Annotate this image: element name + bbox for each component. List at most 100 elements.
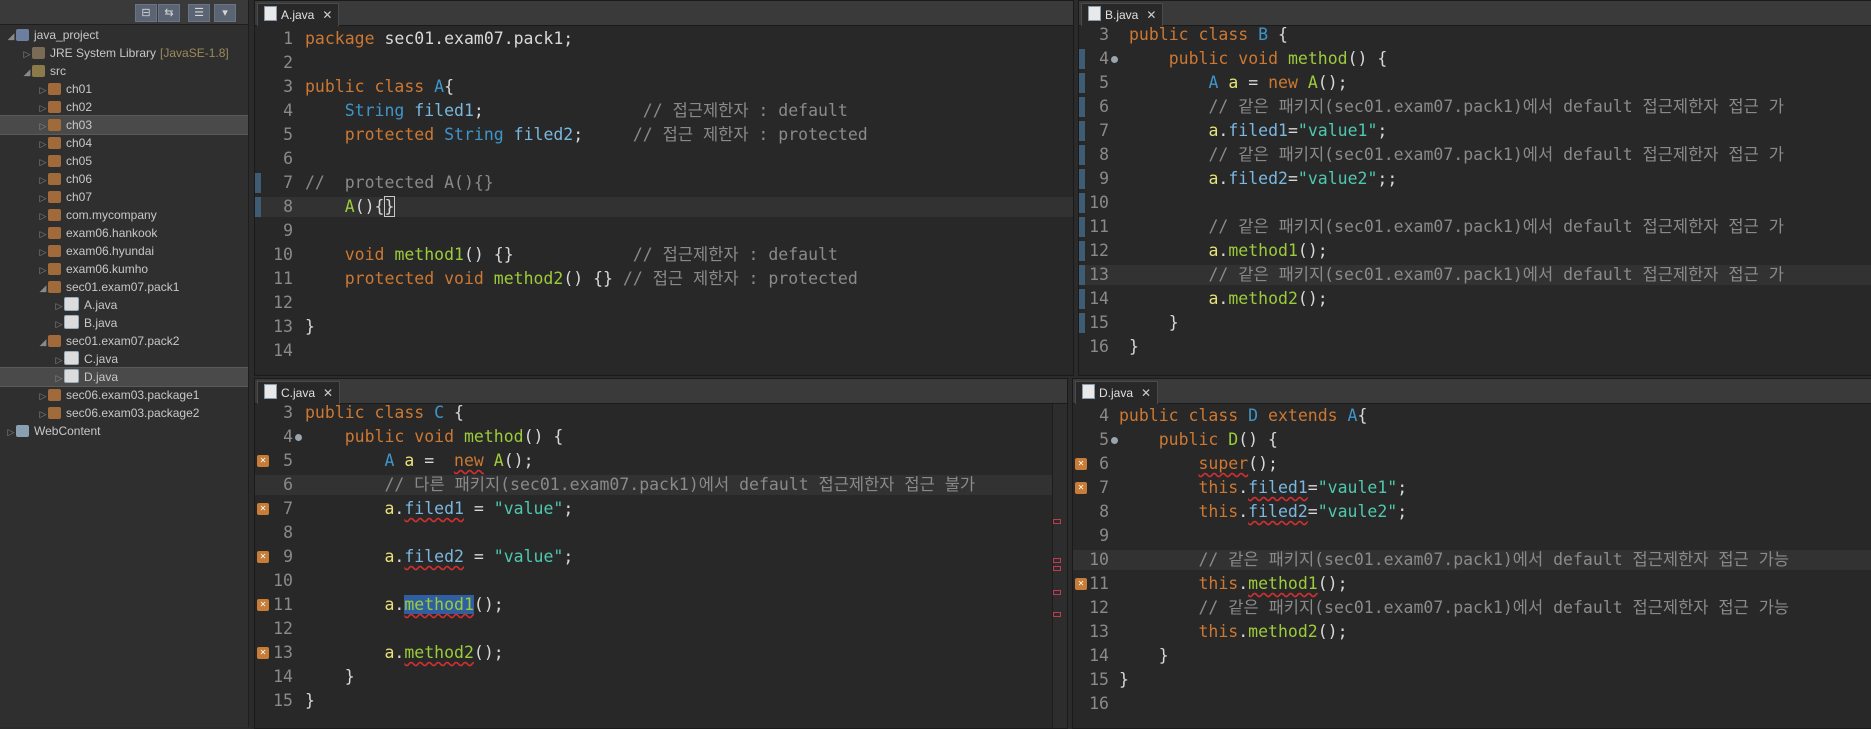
fold-icon[interactable] [1111, 437, 1118, 444]
close-icon[interactable]: ✕ [1141, 386, 1151, 400]
collapsed-arrow-icon[interactable]: ▷ [54, 315, 64, 333]
chevron-down-icon[interactable]: ▾ [214, 4, 236, 22]
code-line[interactable]: 8 // 같은 패키지(sec01.exam07.pack1)에서 defaul… [1079, 145, 1871, 165]
tree-item[interactable]: ▷ C.java [0, 350, 248, 368]
code-line[interactable]: ✕ 11 this.method1(); [1073, 574, 1871, 594]
code-line[interactable]: 15} [255, 691, 1067, 711]
collapsed-arrow-icon[interactable]: ▷ [38, 387, 48, 405]
collapsed-arrow-icon[interactable]: ▷ [38, 81, 48, 99]
close-icon[interactable]: ✕ [322, 8, 332, 22]
code-line[interactable]: 15 } [1079, 313, 1871, 333]
collapsed-arrow-icon[interactable]: ▷ [38, 189, 48, 207]
error-ruler-mark[interactable] [1053, 590, 1061, 595]
tree-item[interactable]: ▷ ch06 [0, 170, 248, 188]
collapsed-arrow-icon[interactable]: ▷ [38, 243, 48, 261]
tree-item[interactable]: ◢ sec01.exam07.pack2 [0, 332, 248, 350]
code-line[interactable]: ✕ 5 A a = new A(); [255, 451, 1067, 471]
tree-item[interactable]: ▷ exam06.hankook [0, 224, 248, 242]
tree-item[interactable]: ▷ com.mycompany [0, 206, 248, 224]
code-line[interactable]: 12 [255, 293, 1073, 313]
code-line[interactable]: ✕ 9 a.filed2 = "value"; [255, 547, 1067, 567]
collapsed-arrow-icon[interactable]: ▷ [54, 297, 64, 315]
code-line[interactable]: 10 void method1() {} // 접근제한자 : default [255, 245, 1073, 265]
tree-item[interactable]: ▷ sec06.exam03.package2 [0, 404, 248, 422]
collapsed-arrow-icon[interactable]: ▷ [38, 153, 48, 171]
code-line[interactable]: 10 [1079, 193, 1871, 213]
tree-item[interactable]: ▷ WebContent [0, 422, 248, 440]
code-line[interactable]: 12 // 같은 패키지(sec01.exam07.pack1)에서 defau… [1073, 598, 1871, 618]
tab-a-java[interactable]: A.java ✕ [257, 3, 340, 26]
code-line[interactable]: 5 protected String filed2; // 접근 제한자 : p… [255, 125, 1073, 145]
code-line[interactable]: 3 public class C { [255, 403, 1067, 423]
code-line[interactable]: 10 [255, 571, 1067, 591]
tree-item[interactable]: ▷ A.java [0, 296, 248, 314]
tab-d-java[interactable]: D.java ✕ [1075, 381, 1159, 404]
code-line[interactable]: 5 A a = new A(); [1079, 73, 1871, 93]
code-line[interactable]: 7 // protected A(){} [255, 173, 1073, 193]
collapsed-arrow-icon[interactable]: ▷ [38, 171, 48, 189]
tree-item[interactable]: ◢ src [0, 62, 248, 80]
code-line[interactable]: 12 a.method1(); [1079, 241, 1871, 261]
code-line[interactable]: ✕ 11 a.method1(); [255, 595, 1067, 615]
collapsed-arrow-icon[interactable]: ▷ [38, 261, 48, 279]
tree-item[interactable]: ▷ D.java [0, 367, 248, 387]
code-line[interactable]: 4 String filed1; // 접근제한자 : default [255, 101, 1073, 121]
collapsed-arrow-icon[interactable]: ▷ [38, 405, 48, 423]
code-line[interactable]: 4 public void method() { [1079, 49, 1871, 69]
error-ruler-mark[interactable] [1053, 519, 1061, 524]
tree-item[interactable]: ▷ B.java [0, 314, 248, 332]
tree-item[interactable]: ▷ ch03 [0, 115, 248, 135]
code-line[interactable]: 10 // 같은 패키지(sec01.exam07.pack1)에서 defau… [1073, 550, 1871, 570]
code-line[interactable]: 16 [1073, 694, 1871, 714]
tree-item[interactable]: ▷ JRE System Library [JavaSE-1.8] [0, 44, 248, 62]
code-line[interactable]: 7 a.filed1="value1"; [1079, 121, 1871, 141]
tree-item[interactable]: ◢ java_project [0, 26, 248, 44]
editor-b-java[interactable]: B.java ✕ 3 public class B {4 public void m… [1078, 0, 1871, 376]
overview-ruler[interactable] [1052, 404, 1067, 728]
code-line[interactable]: 6 // 같은 패키지(sec01.exam07.pack1)에서 defaul… [1079, 97, 1871, 117]
code-line[interactable]: 8 A(){} [255, 196, 1073, 217]
error-ruler-mark[interactable] [1053, 558, 1061, 563]
collapsed-arrow-icon[interactable]: ▷ [6, 423, 16, 441]
collapsed-arrow-icon[interactable]: ▷ [38, 207, 48, 225]
collapsed-arrow-icon[interactable]: ▷ [54, 351, 64, 369]
tree-item[interactable]: ▷ ch07 [0, 188, 248, 206]
code-line[interactable]: 12 [255, 619, 1067, 639]
code-line[interactable]: 14 } [255, 667, 1067, 687]
tree-item[interactable]: ▷ ch05 [0, 152, 248, 170]
code-line[interactable]: 4 public class D extends A{ [1073, 406, 1871, 426]
collapsed-arrow-icon[interactable]: ▷ [54, 369, 64, 387]
code-line[interactable]: 11 protected void method2() {} // 접근 제한자… [255, 269, 1073, 289]
code-line[interactable]: 8 this.filed2="vaule2"; [1073, 502, 1871, 522]
link-editor-icon[interactable]: ⇆ [158, 4, 180, 22]
expanded-arrow-icon[interactable]: ◢ [6, 27, 16, 45]
code-area[interactable]: 1 package sec01.exam07.pack1; 2 3 public cla… [255, 26, 1073, 375]
collapse-all-icon[interactable]: ⊟ [135, 4, 157, 22]
error-ruler-mark[interactable] [1053, 566, 1061, 571]
collapsed-arrow-icon[interactable]: ▷ [38, 117, 48, 135]
code-area[interactable]: 3 public class C { 4 public void method() … [255, 403, 1067, 728]
code-line[interactable]: 4 public void method() { [255, 427, 1067, 447]
code-line[interactable]: 6 // 다른 패키지(sec01.exam07.pack1)에서 defaul… [255, 475, 1067, 495]
collapsed-arrow-icon[interactable]: ▷ [22, 45, 32, 63]
collapsed-arrow-icon[interactable]: ▷ [38, 225, 48, 243]
fold-icon[interactable] [1111, 56, 1118, 63]
editor-d-java[interactable]: D.java ✕ 4 public class D extends A{5 publ… [1072, 378, 1871, 729]
tree-item[interactable]: ▷ exam06.kumho [0, 260, 248, 278]
tree-item[interactable]: ◢ sec01.exam07.pack1 [0, 278, 248, 296]
code-line[interactable]: 1 package sec01.exam07.pack1; [255, 29, 1073, 49]
code-line[interactable]: 14 } [1073, 646, 1871, 666]
code-line[interactable]: 11 // 같은 패키지(sec01.exam07.pack1)에서 defau… [1079, 217, 1871, 237]
code-line[interactable]: 13} [255, 317, 1073, 337]
tree-item[interactable]: ▷ exam06.hyundai [0, 242, 248, 260]
tab-c-java[interactable]: C.java ✕ [257, 381, 341, 404]
error-ruler-mark[interactable] [1053, 612, 1061, 617]
code-line[interactable]: 14 [255, 341, 1073, 361]
tree-item[interactable]: ▷ ch01 [0, 80, 248, 98]
code-line[interactable]: 9 [255, 221, 1073, 241]
expanded-arrow-icon[interactable]: ◢ [38, 333, 48, 351]
collapsed-arrow-icon[interactable]: ▷ [38, 99, 48, 117]
expanded-arrow-icon[interactable]: ◢ [22, 63, 32, 81]
code-line[interactable]: ✕ 7 a.filed1 = "value"; [255, 499, 1067, 519]
code-line[interactable]: 16} [1079, 337, 1871, 357]
